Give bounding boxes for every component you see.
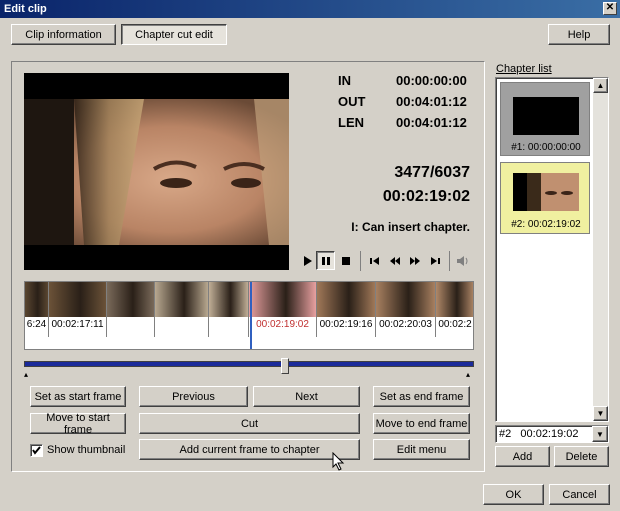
checkmark-icon <box>32 446 41 455</box>
frame-thumbnail <box>107 282 154 317</box>
fast-forward-icon <box>410 257 420 265</box>
frame-thumbnail <box>49 282 106 317</box>
rewind-icon <box>390 257 400 265</box>
ok-button[interactable]: OK <box>483 484 544 505</box>
play-icon <box>304 256 312 266</box>
dropdown-button[interactable]: ▼ <box>592 426 608 442</box>
thumbnail-frame[interactable] <box>107 282 155 337</box>
close-button[interactable]: ✕ <box>603 2 617 15</box>
chapter-list-title: Chapter list <box>496 63 552 75</box>
chapter-thumbnail <box>513 173 579 211</box>
previous-button[interactable]: Previous <box>139 386 248 407</box>
current-timecode: 00:02:19:02 <box>382 188 470 205</box>
frame-back-button[interactable] <box>367 253 383 269</box>
frame-timecode: 00:02:19:02 <box>256 319 309 330</box>
cut-button[interactable]: Cut <box>139 413 360 434</box>
video-preview[interactable] <box>24 73 289 270</box>
chapter-thumbnail <box>513 97 579 135</box>
chapter-list[interactable]: #1: 00:00:00:00 #2: 00:02:19:02 ▲ ▼ <box>495 77 609 422</box>
fast-forward-button[interactable] <box>407 253 423 269</box>
frame-thumbnail <box>25 282 48 317</box>
next-button[interactable]: Next <box>253 386 360 407</box>
frame-timecode: 00:02:2 <box>438 319 472 330</box>
out-label: OUT <box>338 94 366 109</box>
delete-chapter-button[interactable]: Delete <box>554 446 609 467</box>
status-text: I: Can insert chapter. <box>351 220 470 234</box>
out-value: 00:04:01:12 <box>396 94 467 109</box>
slider-track <box>24 361 474 367</box>
chapter-list-scrollbar[interactable]: ▲ ▼ <box>593 78 608 421</box>
thumbnail-frame[interactable]: 00:02:19:02 <box>249 282 317 337</box>
len-label: LEN <box>338 115 364 130</box>
pause-icon <box>321 256 330 265</box>
frame-thumbnail <box>436 282 473 317</box>
thumbnail-frame[interactable]: 00:02:20:03 <box>376 282 436 337</box>
arrow-up-icon: ▲ <box>596 81 605 90</box>
frame-timecode: 6:24 <box>26 319 47 330</box>
separator <box>360 251 361 271</box>
current-frame-marker <box>250 282 252 349</box>
start-tick-icon: ▴ <box>24 370 29 379</box>
arrow-down-icon: ▼ <box>596 409 605 418</box>
chapter-select[interactable]: #2 00:02:19:02 ▼ <box>495 425 609 443</box>
move-to-end-frame-button[interactable]: Move to end frame <box>373 413 470 434</box>
chapter-item-1[interactable]: #1: 00:00:00:00 <box>500 82 590 156</box>
help-button[interactable]: Help <box>548 24 610 45</box>
thumbnail-frame[interactable] <box>155 282 209 337</box>
thumbnail-strip[interactable]: 6:24 00:02:17:11 00:02:19:02 00:02:19:16 00:… <box>24 281 474 350</box>
frame-thumbnail <box>376 282 435 317</box>
stop-button[interactable] <box>338 253 354 269</box>
frame-timecode: 00:02:19:16 <box>319 319 373 330</box>
timeline-slider[interactable]: ▴ ▴ <box>24 358 474 379</box>
show-thumbnail-checkbox[interactable] <box>30 444 43 457</box>
step-back-icon <box>370 257 379 265</box>
edit-menu-button[interactable]: Edit menu <box>373 439 470 460</box>
end-tick-icon: ▴ <box>466 370 471 379</box>
in-label: IN <box>338 73 351 88</box>
scroll-down-button[interactable]: ▼ <box>593 406 608 421</box>
rewind-button[interactable] <box>387 253 403 269</box>
len-value: 00:04:01:12 <box>396 115 467 130</box>
scroll-up-button[interactable]: ▲ <box>593 78 608 93</box>
thumbnail-frame[interactable]: 00:02:19:16 <box>317 282 376 337</box>
set-as-end-frame-button[interactable]: Set as end frame <box>373 386 470 407</box>
mouse-cursor-icon <box>332 452 345 471</box>
add-current-frame-to-chapter-button[interactable]: Add current frame to chapter <box>139 439 360 460</box>
chapter-item-2[interactable]: #2: 00:02:19:02 <box>500 162 590 234</box>
frame-thumbnail <box>209 282 248 317</box>
separator <box>449 251 450 271</box>
thumbnail-frame[interactable]: 6:24 <box>25 282 49 337</box>
volume-button[interactable] <box>455 253 471 269</box>
step-forward-icon <box>431 257 440 265</box>
in-value: 00:00:00:00 <box>396 73 467 88</box>
window-title: Edit clip <box>4 3 47 15</box>
speaker-icon <box>457 256 468 266</box>
set-as-start-frame-button[interactable]: Set as start frame <box>30 386 126 407</box>
chevron-down-icon: ▼ <box>596 429 604 439</box>
frame-timecode: 00:02:17:11 <box>51 319 104 330</box>
tab-chapter-cut-edit[interactable]: Chapter cut edit <box>121 24 227 45</box>
cancel-button[interactable]: Cancel <box>549 484 610 505</box>
play-button[interactable] <box>299 253 315 269</box>
title-bar: Edit clip <box>0 0 620 18</box>
close-icon: ✕ <box>605 2 615 13</box>
frame-timecode: 00:02:20:03 <box>379 319 432 330</box>
frame-thumbnail <box>155 282 208 317</box>
move-to-start-frame-button[interactable]: Move to start frame <box>30 412 126 436</box>
thumbnail-frame[interactable]: 00:02:2 <box>436 282 473 337</box>
tab-clip-information[interactable]: Clip information <box>11 24 116 45</box>
frame-counter: 3477/6037 <box>394 164 470 181</box>
show-thumbnail-label: Show thumbnail <box>47 444 126 456</box>
pause-button[interactable] <box>316 251 335 270</box>
slider-thumb[interactable] <box>281 358 289 374</box>
frame-thumbnail <box>317 282 375 317</box>
stop-icon <box>342 257 350 265</box>
frame-forward-button[interactable] <box>427 253 443 269</box>
video-frame-image <box>24 73 289 270</box>
thumbnail-frame[interactable]: 00:02:17:11 <box>49 282 107 337</box>
add-chapter-button[interactable]: Add <box>495 446 550 467</box>
frame-thumbnail <box>249 282 316 317</box>
thumbnail-frame[interactable] <box>209 282 249 337</box>
